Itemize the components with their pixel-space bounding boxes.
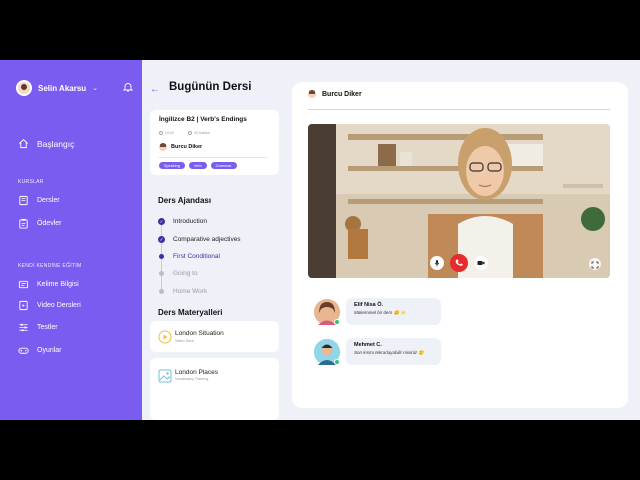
home-icon [19, 139, 28, 149]
expand-icon [591, 261, 599, 269]
cards-icon [18, 280, 29, 289]
camera-icon [477, 261, 485, 265]
video-call-panel: Burcu Diker Elif Nisa Ö. Mükemmel bir de… [292, 82, 628, 408]
material-name: London Situation [175, 330, 224, 337]
materials-title: Ders Materyalleri [158, 308, 223, 317]
lesson-time: 14:00 [159, 131, 174, 135]
sidebar-item-games[interactable]: Oyunlar [18, 345, 62, 356]
agenda-item[interactable]: Home Work [158, 288, 207, 295]
video-feed[interactable] [308, 124, 610, 278]
teacher-avatar [159, 143, 167, 151]
camera-button[interactable] [474, 256, 488, 270]
chat-bubble: Mehmet C. Son kısmı tekrarlayabilir misi… [346, 338, 441, 365]
fullscreen-button[interactable] [589, 258, 601, 270]
book-icon [19, 195, 28, 206]
current-dot-icon [159, 254, 164, 259]
app-frame: Selin Akarsu ⌄ Başlangıç KURSLAR Dersler [0, 60, 640, 420]
sidebar-item-homework[interactable]: Ödevler [18, 218, 62, 229]
microphone-icon [434, 260, 440, 267]
video-file-icon [19, 300, 28, 311]
sidebar-item-label: Testler [37, 324, 58, 331]
teacher: Burcu Diker [159, 143, 202, 151]
divider [159, 157, 267, 158]
sidebar-item-vocabulary[interactable]: Kelime Bilgisi [18, 279, 79, 290]
timer-icon [188, 131, 192, 135]
avatar [314, 338, 340, 365]
agenda-item-current[interactable]: First Conditional [158, 253, 220, 260]
sidebar-item-label: Kelime Bilgisi [37, 281, 79, 288]
tag[interactable]: Grammar [210, 162, 237, 169]
sidebar-item-video-lessons[interactable]: Video Dersleri [18, 300, 81, 311]
online-status-icon [334, 318, 340, 325]
chat-author: Elif Nisa Ö. [354, 302, 384, 308]
material-type: Vocabulary Training [175, 377, 209, 381]
material-card[interactable]: London Situation Video Ders [150, 321, 279, 352]
pending-dot-icon [159, 289, 164, 294]
section-courses: KURSLAR [18, 179, 44, 185]
tag[interactable]: Verb [188, 162, 207, 169]
gamepad-icon [18, 347, 29, 354]
sidebar-item-label: Başlangıç [37, 138, 75, 149]
lesson-column: ← Bugünün Dersi İngilizce B2 | Verb's En… [150, 60, 280, 420]
user-name: Selin Akarsu [38, 83, 87, 93]
sliders-icon [19, 323, 28, 332]
call-host: Burcu Diker [308, 90, 362, 98]
page-title: Bugünün Dersi [169, 81, 252, 93]
sidebar-item-label: Dersler [37, 197, 60, 204]
divider [308, 109, 610, 110]
clipboard-icon [19, 218, 28, 229]
chat-bubble: Elif Nisa Ö. Mükemmel bir ders 😊 ⭐ [346, 298, 441, 325]
play-icon [158, 330, 172, 344]
sidebar-item-home[interactable]: Başlangıç [18, 138, 74, 149]
sidebar-item-label: Oyunlar [37, 347, 62, 354]
agenda-item[interactable]: ✓ Introduction [158, 218, 207, 225]
avatar [314, 298, 340, 325]
chat-text: Son kısmı tekrarlayabilir misiniz 🙂 [354, 350, 424, 355]
material-name: London Places [175, 369, 219, 376]
user-menu[interactable]: Selin Akarsu ⌄ [16, 80, 98, 96]
agenda-title: Ders Ajandası [158, 196, 212, 205]
lesson-duration: 45 Dakika [188, 131, 210, 135]
chat-message: Elif Nisa Ö. Mükemmel bir ders 😊 ⭐ [314, 298, 441, 325]
chat-author: Mehmet C. [354, 342, 382, 348]
clock-icon [159, 131, 163, 135]
sidebar-item-lessons[interactable]: Dersler [18, 195, 60, 206]
back-arrow-icon[interactable]: ← [150, 84, 160, 95]
end-call-button[interactable] [450, 254, 468, 272]
course-title: İngilizce B2 | Verb's Endings [159, 116, 247, 123]
agenda-item[interactable]: ✓ Comparative adjectives [158, 236, 241, 243]
check-icon: ✓ [158, 218, 165, 225]
sidebar-item-label: Video Dersleri [37, 302, 81, 309]
material-card[interactable]: London Places Vocabulary Training [150, 358, 279, 420]
tag[interactable]: Speaking [159, 162, 185, 169]
chevron-down-icon: ⌄ [92, 85, 99, 92]
mic-button[interactable] [430, 256, 444, 270]
sidebar: Selin Akarsu ⌄ Başlangıç KURSLAR Dersler [0, 60, 142, 420]
pending-dot-icon [159, 271, 164, 276]
user-avatar [16, 80, 32, 96]
online-status-icon [334, 358, 340, 365]
image-icon [158, 369, 172, 383]
check-icon: ✓ [158, 236, 165, 243]
agenda-item[interactable]: Going to [158, 270, 198, 277]
host-name: Burcu Diker [322, 90, 362, 98]
chat-message: Mehmet C. Son kısmı tekrarlayabilir misi… [314, 338, 441, 365]
sidebar-item-label: Ödevler [37, 220, 62, 227]
chat-text: Mükemmel bir ders 😊 ⭐ [354, 310, 406, 315]
tag-list: Speaking Verb Grammar [159, 162, 237, 169]
teacher-name: Burcu Diker [171, 144, 203, 150]
section-self-study: KENDİ KENDİNE EĞİTİM [18, 263, 82, 269]
sidebar-item-tests[interactable]: Testler [18, 322, 58, 333]
phone-icon [455, 259, 463, 266]
course-card[interactable]: İngilizce B2 | Verb's Endings 14:00 45 D… [150, 110, 279, 175]
host-avatar [308, 90, 316, 98]
call-controls [430, 254, 488, 272]
bell-icon[interactable] [123, 82, 133, 92]
material-type: Video Ders [175, 339, 194, 343]
